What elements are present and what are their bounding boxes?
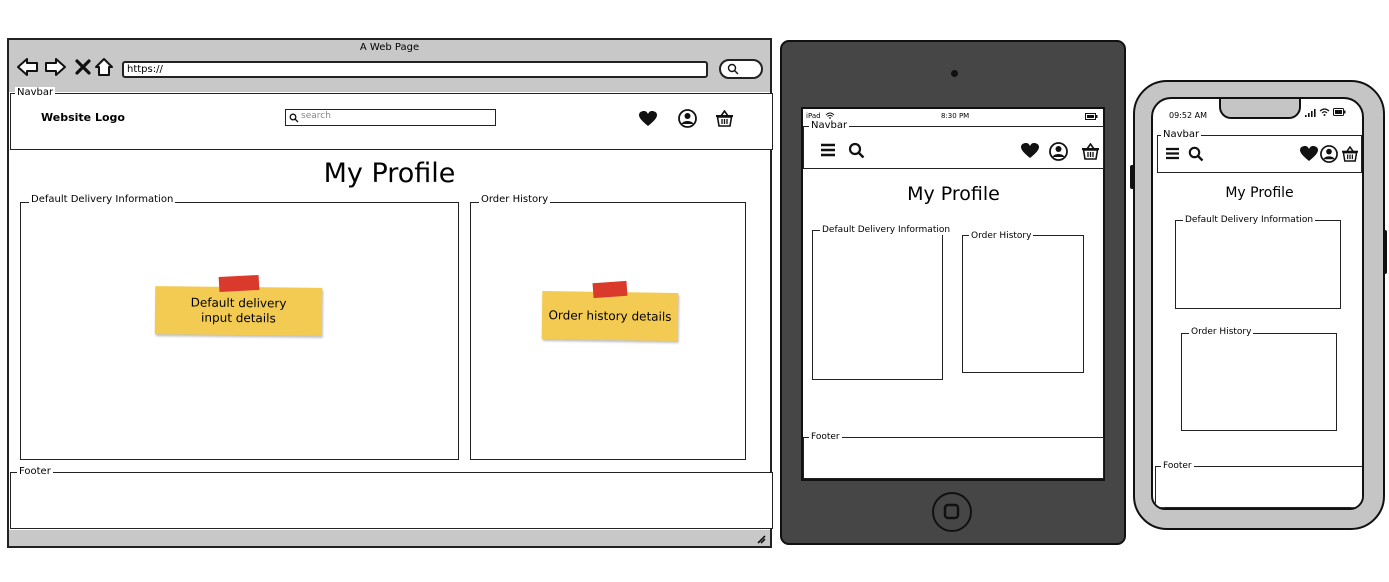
- phone-screen: 09:52 AM Navbar My Profile Default Deliv…: [1151, 97, 1364, 510]
- basket-icon[interactable]: [1341, 146, 1359, 162]
- resize-icon: [757, 535, 766, 544]
- tablet-delivery-label: Default Delivery Information: [820, 225, 953, 235]
- user-icon[interactable]: [1049, 142, 1068, 161]
- phone-page-title: My Profile: [1225, 185, 1294, 201]
- camera-icon: [951, 70, 958, 77]
- search-input[interactable]: search: [285, 109, 496, 126]
- order-sticky-note: Order history details: [541, 291, 679, 341]
- search-placeholder: search: [301, 111, 331, 121]
- signal-icon: [1305, 109, 1316, 117]
- desktop-browser-window: A Web Page https:// Navbar Website Logo …: [7, 38, 773, 548]
- phone-notch: [1219, 99, 1301, 119]
- wifi-icon: [825, 112, 835, 119]
- tablet-page-title: My Profile: [907, 183, 1000, 205]
- home-button-icon: [943, 503, 960, 520]
- tablet-device: iPad 8:30 PM Navbar My Profile Default D…: [780, 40, 1126, 545]
- wifi-icon: [1319, 108, 1330, 116]
- search-icon[interactable]: [848, 142, 865, 159]
- search-icon: [727, 63, 739, 75]
- window-title: A Web Page: [359, 42, 420, 53]
- forward-arrow-icon: [45, 58, 66, 76]
- user-icon[interactable]: [1320, 145, 1338, 163]
- delivery-note-text: Default delivery input details: [190, 295, 287, 326]
- delivery-sticky-note: Default delivery input details: [154, 286, 323, 336]
- phone-navbar-label: Navbar: [1161, 129, 1202, 140]
- search-icon: [289, 113, 299, 123]
- search-icon[interactable]: [1188, 146, 1204, 162]
- home-button[interactable]: [932, 492, 972, 532]
- phone-footer: [1155, 466, 1362, 508]
- order-note-tape: [592, 280, 628, 299]
- close-icon: [75, 59, 91, 75]
- phone-time: 09:52 AM: [1169, 111, 1207, 120]
- phone-delivery-panel: [1175, 220, 1341, 309]
- home-icon: [95, 58, 113, 76]
- delivery-note-tape: [218, 274, 260, 293]
- tablet-delivery-panel: [812, 230, 943, 380]
- forward-button[interactable]: [44, 56, 66, 78]
- tablet-time: 8:30 PM: [941, 112, 970, 120]
- home-button[interactable]: [93, 56, 115, 78]
- user-icon[interactable]: [678, 109, 697, 128]
- url-bar[interactable]: https://: [122, 61, 708, 78]
- heart-icon[interactable]: [1021, 143, 1039, 159]
- basket-icon[interactable]: [1081, 143, 1100, 160]
- tablet-carrier: iPad: [806, 112, 821, 120]
- website-logo[interactable]: Website Logo: [41, 111, 125, 124]
- phone-order-label: Order History: [1189, 327, 1254, 337]
- back-button[interactable]: [17, 56, 39, 78]
- browser-search-button[interactable]: [719, 59, 763, 79]
- page-content: Navbar Website Logo search My Profile De…: [9, 87, 773, 530]
- tablet-footer: [803, 437, 1104, 479]
- phone-delivery-label: Default Delivery Information: [1183, 215, 1316, 225]
- battery-icon: [1085, 113, 1098, 120]
- heart-icon[interactable]: [639, 111, 657, 127]
- resize-handle[interactable]: [756, 534, 766, 544]
- navbar-label: Navbar: [15, 87, 56, 98]
- page-title: My Profile: [323, 158, 456, 189]
- phone-footer-label: Footer: [1161, 461, 1194, 471]
- footer: [10, 472, 773, 529]
- menu-icon[interactable]: [1165, 147, 1180, 160]
- order-note-text: Order history details: [548, 307, 672, 324]
- tablet-footer-label: Footer: [809, 432, 842, 442]
- tablet-screen: iPad 8:30 PM Navbar My Profile Default D…: [801, 107, 1105, 481]
- heart-icon[interactable]: [1300, 146, 1318, 162]
- delivery-panel-label: Default Delivery Information: [29, 194, 176, 205]
- basket-icon[interactable]: [715, 110, 734, 127]
- phone-device: 09:52 AM Navbar My Profile Default Deliv…: [1133, 80, 1385, 530]
- footer-label: Footer: [17, 466, 53, 477]
- tablet-order-label: Order History: [969, 231, 1034, 241]
- phone-order-panel: [1181, 333, 1337, 431]
- stop-button[interactable]: [72, 56, 94, 78]
- battery-icon: [1333, 108, 1346, 116]
- menu-icon[interactable]: [820, 143, 836, 157]
- tablet-order-panel: [962, 235, 1084, 373]
- tablet-navbar-label: Navbar: [809, 120, 850, 131]
- order-panel-label: Order History: [479, 194, 551, 205]
- back-arrow-icon: [17, 58, 38, 76]
